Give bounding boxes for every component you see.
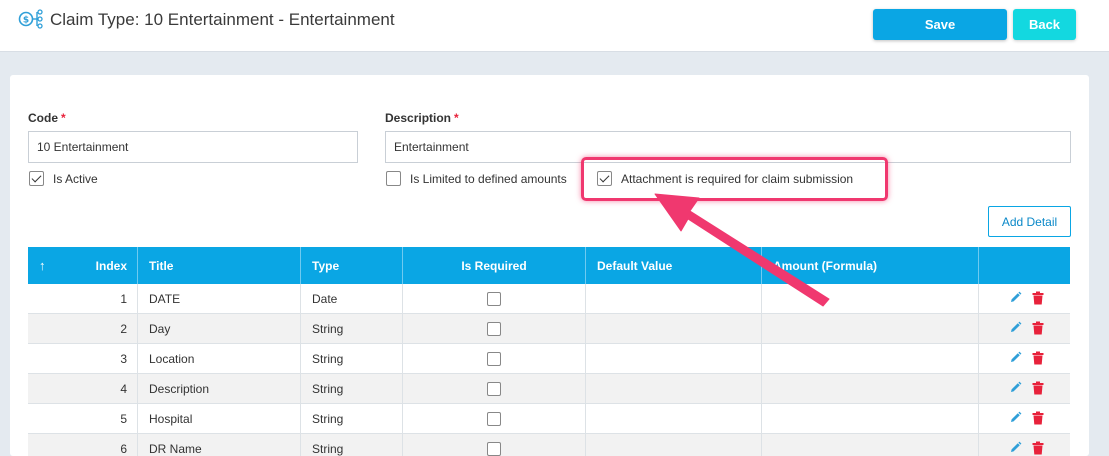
- cell-amount-formula: [762, 374, 979, 404]
- cell-actions: [979, 434, 1070, 456]
- edit-pencil-icon[interactable]: [1009, 381, 1022, 397]
- cell-default-value: [586, 374, 762, 404]
- delete-trash-icon[interactable]: [1032, 441, 1044, 456]
- cell-type: String: [301, 404, 403, 434]
- description-label: Description *: [385, 111, 459, 125]
- is-active-label: Is Active: [53, 172, 98, 186]
- cell-type: Date: [301, 284, 403, 314]
- cell-index: 2: [28, 314, 138, 344]
- attachment-required-checkbox[interactable]: [597, 171, 612, 186]
- claim-type-icon: $: [18, 8, 44, 30]
- save-button[interactable]: Save: [873, 9, 1007, 40]
- delete-trash-icon[interactable]: [1032, 291, 1044, 308]
- cell-default-value: [586, 404, 762, 434]
- cell-is-required: [403, 344, 586, 374]
- cell-title: DATE: [138, 284, 301, 314]
- th-title[interactable]: Title: [138, 247, 301, 284]
- table-row: 1 DATE Date: [28, 284, 1070, 314]
- delete-trash-icon[interactable]: [1032, 351, 1044, 368]
- cell-amount-formula: [762, 284, 979, 314]
- table-row: 3 Location String: [28, 344, 1070, 374]
- add-detail-button[interactable]: Add Detail: [988, 206, 1071, 237]
- is-required-checkbox[interactable]: [487, 292, 501, 306]
- is-limited-label: Is Limited to defined amounts: [410, 172, 567, 186]
- attachment-required-label: Attachment is required for claim submiss…: [621, 172, 854, 186]
- cell-default-value: [586, 434, 762, 456]
- table-row: 2 Day String: [28, 314, 1070, 344]
- cell-title: Description: [138, 374, 301, 404]
- code-input[interactable]: 10 Entertainment: [28, 131, 358, 163]
- cell-title: Hospital: [138, 404, 301, 434]
- cell-type: String: [301, 314, 403, 344]
- table-header: ↑ Index Title Type Is Required Default V…: [28, 247, 1070, 284]
- th-actions: [979, 247, 1070, 284]
- cell-index: 3: [28, 344, 138, 374]
- cell-amount-formula: [762, 434, 979, 456]
- is-active-checkbox[interactable]: [29, 171, 44, 186]
- cell-actions: [979, 404, 1070, 434]
- th-default-value[interactable]: Default Value: [586, 247, 762, 284]
- sort-up-arrow-icon[interactable]: ↑: [39, 258, 46, 273]
- is-required-checkbox[interactable]: [487, 322, 501, 336]
- cell-default-value: [586, 284, 762, 314]
- cell-index: 4: [28, 374, 138, 404]
- cell-type: String: [301, 344, 403, 374]
- cell-amount-formula: [762, 314, 979, 344]
- cell-is-required: [403, 404, 586, 434]
- code-label: Code *: [28, 111, 66, 125]
- is-required-checkbox[interactable]: [487, 352, 501, 366]
- edit-pencil-icon[interactable]: [1009, 411, 1022, 427]
- th-type[interactable]: Type: [301, 247, 403, 284]
- cell-title: Location: [138, 344, 301, 374]
- back-button[interactable]: Back: [1013, 9, 1076, 40]
- cell-index: 6: [28, 434, 138, 456]
- cell-actions: [979, 284, 1070, 314]
- table-row: 5 Hospital String: [28, 404, 1070, 434]
- cell-default-value: [586, 344, 762, 374]
- cell-index: 1: [28, 284, 138, 314]
- cell-amount-formula: [762, 344, 979, 374]
- cell-actions: [979, 374, 1070, 404]
- required-mark: *: [61, 111, 66, 125]
- is-required-checkbox[interactable]: [487, 442, 501, 456]
- edit-pencil-icon[interactable]: [1009, 321, 1022, 337]
- cell-index: 5: [28, 404, 138, 434]
- cell-amount-formula: [762, 404, 979, 434]
- svg-text:$: $: [23, 16, 29, 26]
- cell-type: String: [301, 374, 403, 404]
- cell-is-required: [403, 434, 586, 456]
- th-index[interactable]: ↑ Index: [28, 247, 138, 284]
- page-title: Claim Type: 10 Entertainment - Entertain…: [50, 10, 395, 29]
- table-row: 6 DR Name String: [28, 434, 1070, 456]
- is-limited-checkbox[interactable]: [386, 171, 401, 186]
- edit-pencil-icon[interactable]: [1009, 441, 1022, 456]
- cell-is-required: [403, 374, 586, 404]
- delete-trash-icon[interactable]: [1032, 381, 1044, 398]
- th-amount-formula[interactable]: Amount (Formula): [762, 247, 979, 284]
- edit-pencil-icon[interactable]: [1009, 351, 1022, 367]
- cell-title: Day: [138, 314, 301, 344]
- cell-is-required: [403, 314, 586, 344]
- cell-type: String: [301, 434, 403, 456]
- th-is-required[interactable]: Is Required: [403, 247, 586, 284]
- cell-is-required: [403, 284, 586, 314]
- is-required-checkbox[interactable]: [487, 382, 501, 396]
- delete-trash-icon[interactable]: [1032, 411, 1044, 428]
- edit-pencil-icon[interactable]: [1009, 291, 1022, 307]
- delete-trash-icon[interactable]: [1032, 321, 1044, 338]
- cell-actions: [979, 314, 1070, 344]
- cell-title: DR Name: [138, 434, 301, 456]
- is-required-checkbox[interactable]: [487, 412, 501, 426]
- cell-actions: [979, 344, 1070, 374]
- required-mark: *: [454, 111, 459, 125]
- top-bar: $ Claim Type: 10 Entertainment - Enterta…: [0, 0, 1109, 52]
- table-row: 4 Description String: [28, 374, 1070, 404]
- cell-default-value: [586, 314, 762, 344]
